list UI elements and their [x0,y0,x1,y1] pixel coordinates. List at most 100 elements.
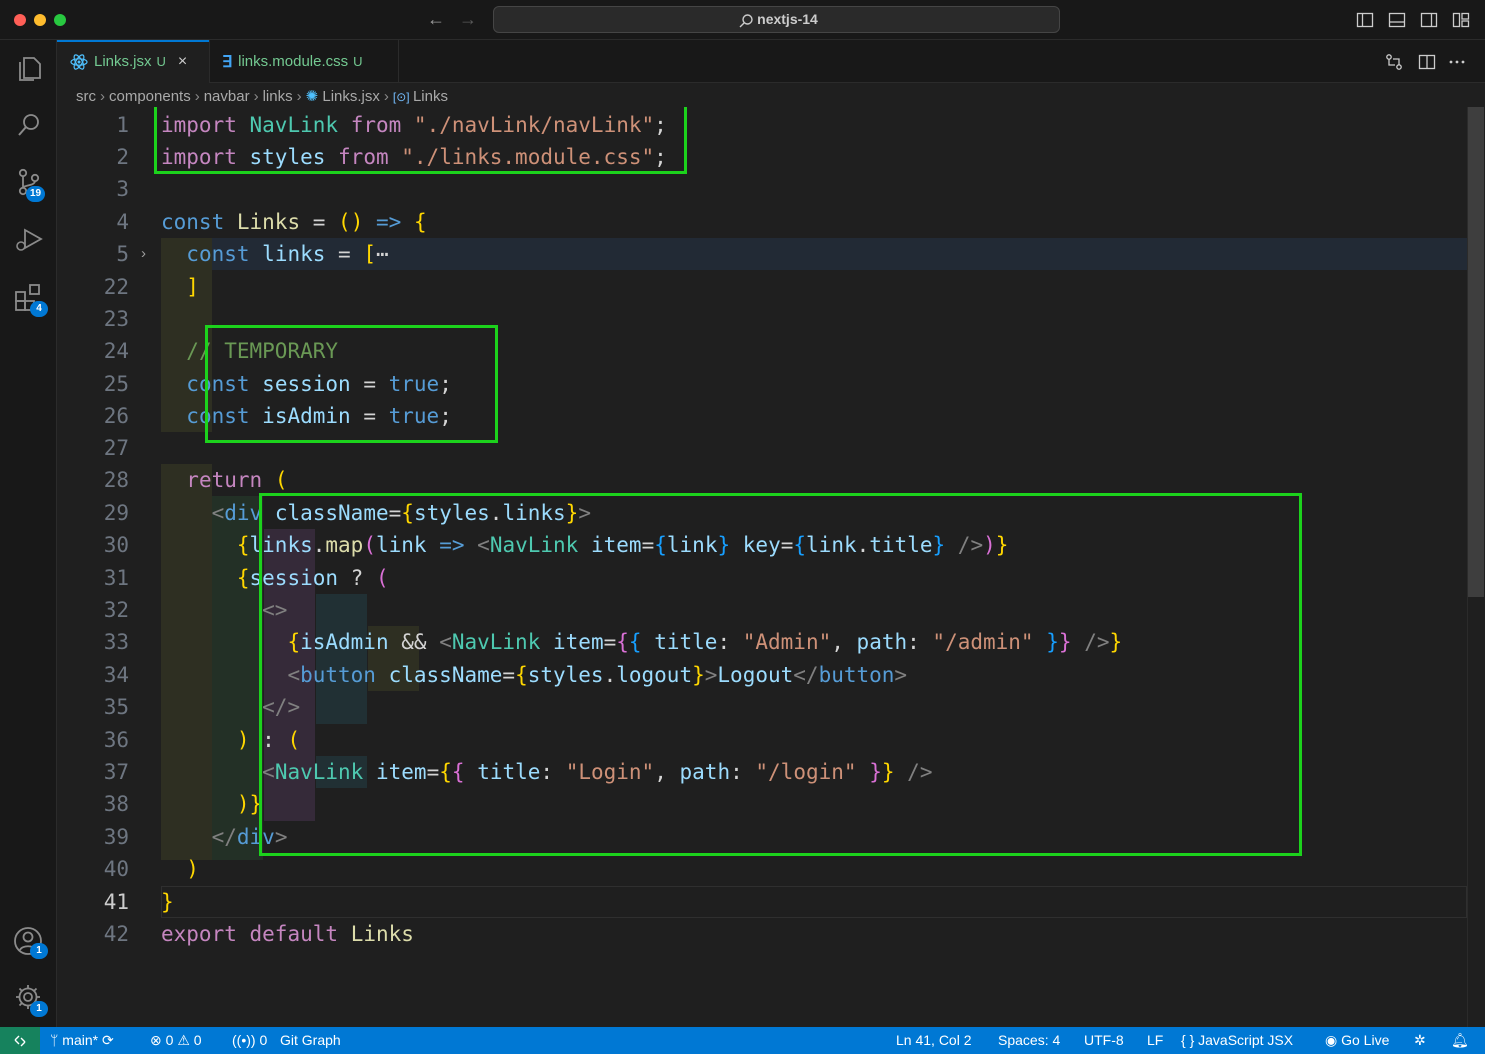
tab-links-jsx[interactable]: Links.jsx U × [57,40,209,83]
run-debug-icon [16,228,43,251]
code-line: )} [236,792,263,816]
settings-badge: 1 [30,1001,48,1017]
toggle-primary-sidebar-icon[interactable] [1356,11,1374,29]
css-icon: ∃ [222,53,233,71]
breadcrumb-symbol[interactable]: Links [413,88,448,105]
accounts-button[interactable]: 1 [12,924,48,959]
code-line: const Links = () => { [161,210,427,234]
line-number: 1 [116,113,129,137]
line-number: 33 [103,630,129,654]
code-line: </div> [211,825,288,849]
code-line: <button className={styles.logout}>Logout… [287,663,908,687]
branch-icon: ᛘ [50,1032,63,1048]
status-bar: ᛘ main* ⟳ ⊗ 0 ⚠ 0 ((•)) 0 Git Graph Ln 4… [0,1027,1485,1054]
react-icon: ✺ [305,88,323,105]
line-number: 40 [103,857,129,881]
line-number: 25 [103,372,129,396]
line-number: 5 [116,242,129,266]
line-number: 42 [103,922,129,946]
extensions-button[interactable]: 4 [12,280,48,317]
close-tab-icon[interactable]: × [178,53,187,70]
split-editor-icon[interactable] [1417,52,1437,72]
git-graph-button[interactable]: Git Graph [280,1027,341,1054]
end-of-line[interactable]: LF [1147,1027,1163,1054]
code-line: ] [186,275,199,299]
breadcrumb-src[interactable]: src [76,88,96,105]
breadcrumb-navbar[interactable]: navbar [204,88,250,105]
branch-name: main* [62,1032,99,1048]
close-window-button[interactable] [14,14,26,26]
back-arrow-icon[interactable]: ← [427,9,445,30]
go-live-button[interactable]: ◉ Go Live [1325,1027,1389,1054]
current-line-highlight [161,886,1467,918]
indentation[interactable]: Spaces: 4 [998,1027,1060,1054]
customize-layout-icon[interactable] [1452,11,1470,29]
cursor-position[interactable]: Ln 41, Col 2 [896,1027,972,1054]
problems-indicator[interactable]: ⊗ 0 ⚠ 0 [150,1027,202,1054]
maximize-window-button[interactable] [54,14,66,26]
code-line: <div className={styles.links}> [211,501,591,525]
fold-chevron-icon[interactable]: › [141,238,146,270]
language-mode[interactable]: { } JavaScript JSX [1181,1027,1293,1054]
forward-arrow-icon[interactable]: → [459,9,477,30]
command-center-search[interactable]: nextjs-14 [493,6,1060,33]
open-changes-icon[interactable] [1384,52,1404,72]
braces-icon: { } [1181,1032,1199,1048]
line-number: 27 [103,436,129,460]
ports-indicator[interactable]: ((•)) 0 [232,1027,267,1054]
notifications-bell-icon[interactable]: 🔔︎ [1451,1027,1469,1054]
breadcrumb-components[interactable]: components [109,88,191,105]
react-icon [70,54,88,70]
line-number: 24 [103,339,129,363]
line-number: 3 [116,177,129,201]
copilot-icon[interactable]: ✲ [1414,1027,1426,1054]
code-line: export default Links [161,922,414,946]
remote-icon [14,1035,26,1047]
code-line: import NavLink from "./navLink/navLink"; [161,113,667,137]
tab-label: Links.jsx [94,53,152,70]
go-live-label: Go Live [1341,1032,1390,1048]
more-actions-icon[interactable] [1447,52,1467,72]
toggle-secondary-sidebar-icon[interactable] [1420,11,1438,29]
code-line: const links = [⋯ [186,242,389,266]
chevron-right-icon: › [194,88,200,105]
code-editor[interactable]: 1 2 3 4 5 22 23 24 25 26 27 28 29 30 31 … [57,107,1467,1027]
source-control-button[interactable]: 19 [12,165,46,202]
broadcast-icon: ◉ [1325,1032,1342,1048]
code-line: {isAdmin && <NavLink item={{ title: "Adm… [287,630,1123,654]
breadcrumb-links[interactable]: links [263,88,293,105]
line-number: 39 [103,825,129,849]
toggle-panel-icon[interactable] [1388,11,1406,29]
error-count: 0 [165,1032,174,1048]
line-number: 4 [116,210,129,234]
minimize-window-button[interactable] [34,14,46,26]
breadcrumb: src › components › navbar › links › ✺ Links.jsx ›… [76,87,448,107]
scrollbar-thumb[interactable] [1468,107,1484,597]
chevron-right-icon: › [253,88,259,105]
line-number-current: 41 [103,890,129,914]
breadcrumb-file[interactable]: Links.jsx [322,88,380,105]
explorer-button[interactable] [12,52,46,86]
line-number: 29 [103,501,129,525]
chevron-right-icon: › [383,88,389,105]
code-line: ) : ( [236,728,301,752]
encoding[interactable]: UTF-8 [1084,1027,1124,1054]
language-label: JavaScript JSX [1198,1032,1294,1048]
line-number: 31 [103,566,129,590]
code-line: ) [186,857,199,881]
search-button[interactable] [12,108,46,142]
editor-tabs: Links.jsx U × ∃ links.module.css U [57,40,1485,83]
title-bar: ← → nextjs-14 [0,0,1485,40]
tab-label: links.module.css [238,53,349,70]
code-line: const isAdmin = true; [186,404,452,428]
code-line: return ( [186,468,288,492]
code-line: <> [262,598,288,622]
remote-indicator[interactable] [0,1027,40,1054]
ports-count: 0 [259,1032,268,1048]
manage-button[interactable]: 1 [12,980,48,1017]
tab-links-module-css[interactable]: ∃ links.module.css U [209,40,399,83]
branch-indicator[interactable]: ᛘ main* ⟳ [50,1027,114,1054]
run-debug-button[interactable] [12,222,46,256]
error-icon: ⊗ [150,1032,166,1048]
line-number: 23 [103,307,129,331]
